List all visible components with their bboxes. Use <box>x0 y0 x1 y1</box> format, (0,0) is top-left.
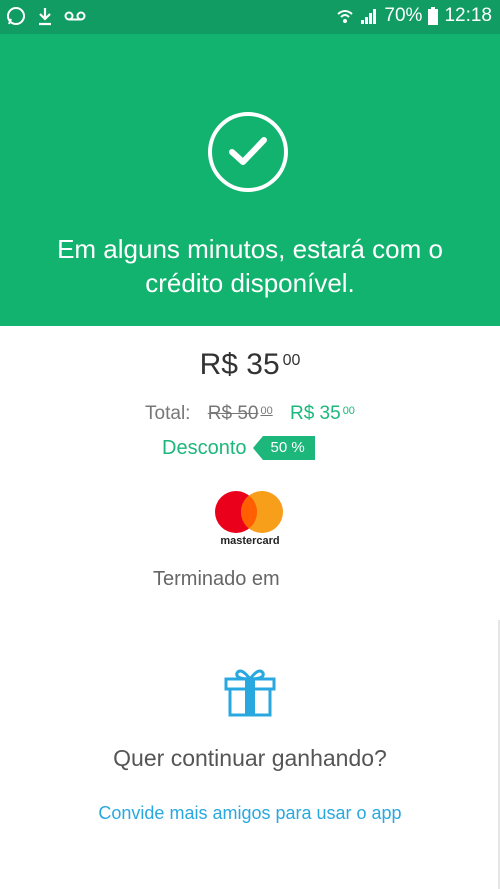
mastercard-logo: mastercard <box>214 490 286 550</box>
old-price: R$ 50 00 <box>208 403 273 424</box>
discount-row: Desconto 50 % <box>162 436 315 460</box>
price-cents: 00 <box>282 352 301 369</box>
battery-percent: 70% <box>384 5 423 26</box>
mastercard-circles-icon <box>215 491 283 533</box>
download-icon <box>39 8 51 26</box>
voicemail-icon <box>64 11 86 21</box>
check-circle-icon <box>208 112 288 192</box>
discount-label: Desconto <box>162 436 247 459</box>
promo-question: Quer continuar ganhando? <box>113 745 387 771</box>
whatsapp-icon <box>7 7 25 25</box>
total-label: Total: <box>145 403 191 424</box>
status-bar: 70% 12:18 <box>0 0 500 34</box>
new-price-cents: 00 <box>342 405 355 417</box>
price-main: R$ 35 00 <box>0 348 500 382</box>
card-brand-text: mastercard <box>220 535 280 547</box>
new-price: R$ 35 00 <box>290 403 355 424</box>
old-price-value: R$ 50 <box>207 403 259 424</box>
status-left-icons <box>6 6 86 26</box>
old-price-cents: 00 <box>260 405 273 417</box>
card-ending-label: Terminado em <box>153 568 280 590</box>
battery-icon <box>428 7 439 25</box>
status-right: 70% 12:18 <box>336 5 492 27</box>
new-price-value: R$ 35 <box>289 403 341 424</box>
invite-friends-link[interactable]: Convide mais amigos para usar o app <box>0 803 500 824</box>
price-value: 35 <box>246 348 280 381</box>
signal-icon <box>361 9 377 24</box>
clock: 12:18 <box>444 5 492 26</box>
price-currency: R$ <box>199 348 238 381</box>
total-row: Total: R$ 50 00 R$ 35 00 <box>0 403 500 425</box>
success-message: Em alguns minutos, estará com o crédito … <box>57 234 443 298</box>
wifi-icon <box>337 10 354 23</box>
gift-icon <box>223 667 277 722</box>
success-banner: Em alguns minutos, estará com o crédito … <box>0 34 500 326</box>
discount-badge: 50 % <box>252 436 315 460</box>
